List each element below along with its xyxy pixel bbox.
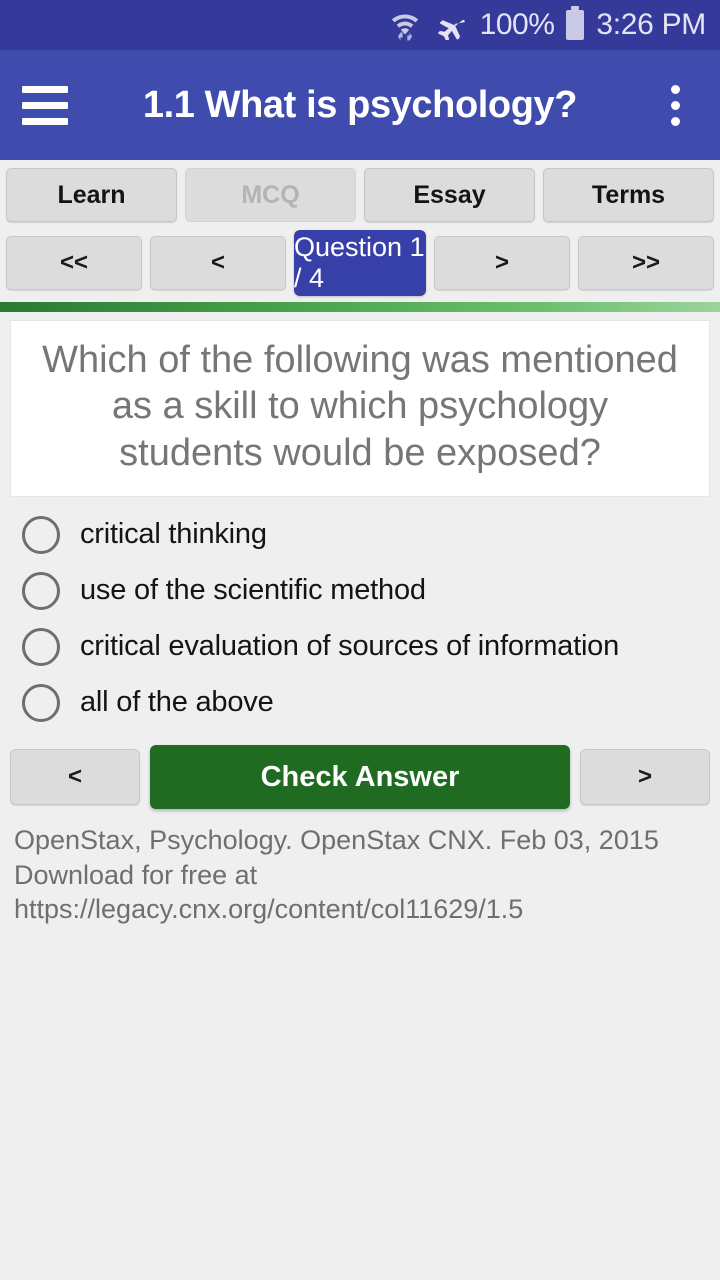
next-question-button[interactable]: > bbox=[434, 236, 570, 290]
tab-terms[interactable]: Terms bbox=[543, 168, 714, 222]
last-question-button[interactable]: >> bbox=[578, 236, 714, 290]
question-nav-row: << < Question 1 / 4 > >> bbox=[0, 224, 720, 302]
answer-option-label: use of the scientific method bbox=[80, 574, 426, 607]
hamburger-line bbox=[22, 85, 68, 93]
previous-answer-button[interactable]: < bbox=[10, 749, 140, 806]
tab-learn[interactable]: Learn bbox=[6, 168, 177, 222]
answer-option-4[interactable]: all of the above bbox=[0, 675, 720, 731]
radio-button-icon[interactable] bbox=[22, 684, 60, 723]
radio-button-icon[interactable] bbox=[22, 516, 60, 555]
wifi-icon bbox=[390, 8, 420, 42]
status-bar: 100% 3:26 PM bbox=[0, 0, 720, 50]
first-question-button[interactable]: << bbox=[6, 236, 142, 290]
radio-button-icon[interactable] bbox=[22, 628, 60, 667]
answer-option-2[interactable]: use of the scientific method bbox=[0, 563, 720, 619]
question-text: Which of the following was mentioned as … bbox=[42, 339, 678, 474]
answer-option-label: all of the above bbox=[80, 686, 274, 719]
next-answer-button[interactable]: > bbox=[580, 749, 710, 806]
answer-options-list: critical thinking use of the scientific … bbox=[0, 497, 720, 731]
battery-percent-label: 100% bbox=[479, 8, 555, 41]
tab-essay[interactable]: Essay bbox=[364, 168, 535, 222]
answer-option-3[interactable]: critical evaluation of sources of inform… bbox=[0, 619, 720, 675]
empty-space bbox=[0, 926, 720, 1280]
answer-option-label: critical thinking bbox=[80, 518, 267, 551]
app-bar: 1.1 What is psychology? bbox=[0, 50, 720, 160]
answer-action-row: < Check Answer > bbox=[0, 731, 720, 810]
overflow-dot bbox=[670, 100, 680, 110]
page-title: 1.1 What is psychology? bbox=[142, 83, 578, 126]
overflow-dot bbox=[670, 116, 680, 126]
mode-tab-row: Learn MCQ Essay Terms bbox=[0, 160, 720, 224]
answer-option-1[interactable]: critical thinking bbox=[0, 507, 720, 563]
question-counter[interactable]: Question 1 / 4 bbox=[294, 230, 426, 296]
hamburger-line bbox=[22, 117, 68, 125]
overflow-dot bbox=[670, 84, 680, 94]
radio-button-icon[interactable] bbox=[22, 572, 60, 611]
battery-full-icon bbox=[566, 6, 585, 40]
hamburger-menu-icon[interactable] bbox=[22, 85, 68, 125]
previous-question-button[interactable]: < bbox=[150, 236, 286, 290]
tab-mcq: MCQ bbox=[185, 168, 356, 222]
answer-option-label: critical evaluation of sources of inform… bbox=[80, 630, 620, 663]
overflow-menu-icon[interactable] bbox=[652, 84, 698, 126]
status-bar-clock: 3:26 PM bbox=[596, 8, 706, 41]
airplane-mode-icon bbox=[434, 10, 466, 40]
source-citation: OpenStax, Psychology. OpenStax CNX. Feb … bbox=[14, 825, 659, 925]
status-icons: 100% bbox=[390, 6, 585, 42]
app-screen: 100% 3:26 PM 1.1 What is psychology? Lea… bbox=[0, 0, 720, 1280]
check-answer-button[interactable]: Check Answer bbox=[150, 745, 570, 810]
hamburger-line bbox=[22, 101, 68, 109]
progress-bar bbox=[0, 302, 720, 312]
question-card: Which of the following was mentioned as … bbox=[10, 320, 710, 498]
